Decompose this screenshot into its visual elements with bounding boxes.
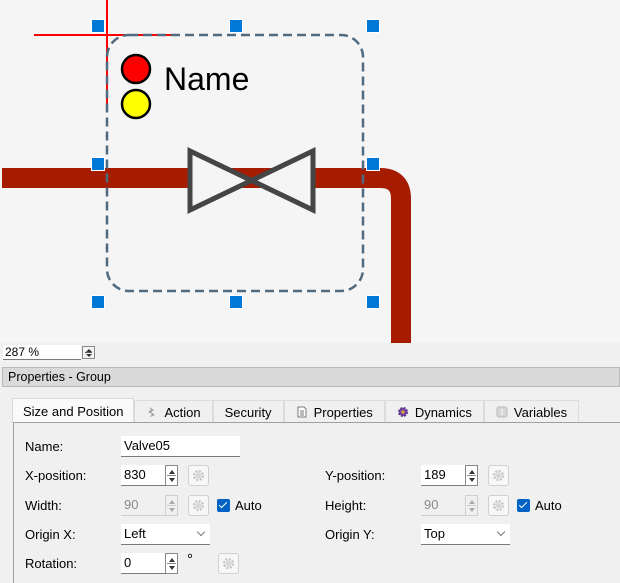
height-label: Height:	[325, 498, 367, 513]
tab-label: Security	[224, 404, 272, 420]
name-label: Name	[164, 61, 249, 97]
y-position-spinner[interactable]	[465, 465, 478, 486]
origin-y-value: Top	[424, 526, 445, 541]
tab-variables[interactable]: Variables	[483, 400, 580, 423]
indicator-red	[120, 53, 152, 85]
x-position-label: X-position:	[25, 468, 87, 483]
origin-y-label: Origin Y:	[325, 527, 375, 542]
resize-handle-right[interactable]	[366, 157, 380, 171]
height-input[interactable]: 90	[421, 495, 465, 516]
chevron-down-icon	[196, 527, 206, 537]
chevron-down-icon	[496, 527, 506, 537]
gear-icon	[192, 499, 205, 512]
origin-x-select[interactable]: Left	[121, 524, 210, 545]
resize-handle-bottom-right[interactable]	[366, 295, 380, 309]
rotation-label: Rotation:	[25, 556, 78, 571]
tab-label: Dynamics	[414, 404, 472, 420]
gear-icon	[492, 499, 505, 512]
zoom-input[interactable]: 287 %	[3, 345, 81, 360]
height-auto-checkbox[interactable]	[517, 499, 530, 512]
height-auto-label: Auto	[535, 498, 562, 513]
variables-icon	[496, 406, 508, 418]
resize-handle-top-left[interactable]	[91, 19, 105, 33]
resize-handle-top[interactable]	[229, 19, 243, 33]
width-auto-checkbox[interactable]	[217, 499, 230, 512]
x-position-dynamic-button[interactable]	[188, 465, 209, 486]
rotation-input[interactable]: 0	[121, 553, 165, 574]
x-position-input[interactable]: 830	[121, 465, 165, 486]
tab-action[interactable]: Action	[134, 400, 213, 423]
resize-handle-bottom[interactable]	[229, 295, 243, 309]
height-spinner[interactable]	[465, 495, 478, 516]
origin-x-label: Origin X:	[25, 527, 76, 542]
tab-label: Properties	[313, 404, 373, 420]
tab-dynamics[interactable]: Dynamics	[384, 400, 484, 423]
gear-icon	[192, 469, 205, 482]
y-position-label: Y-position:	[325, 468, 386, 483]
name-input[interactable]: Valve05	[121, 436, 240, 457]
width-label: Width:	[25, 498, 62, 513]
origin-y-select[interactable]: Top	[421, 524, 510, 545]
gear-icon	[492, 469, 505, 482]
dynamics-gear-icon	[397, 406, 409, 418]
drawing-canvas[interactable]: Name	[0, 0, 620, 343]
resize-handle-left[interactable]	[91, 157, 105, 171]
width-input[interactable]: 90	[121, 495, 165, 516]
resize-handle-bottom-left[interactable]	[91, 295, 105, 309]
name-label: Name:	[25, 439, 64, 454]
resize-handle-top-right[interactable]	[366, 19, 380, 33]
properties-tabs: Size and Position Action Security Proper…	[12, 398, 580, 423]
tab-size-and-position[interactable]: Size and Position	[12, 398, 135, 423]
x-position-spinner[interactable]	[165, 465, 178, 486]
indicator-yellow	[120, 88, 152, 120]
width-spinner[interactable]	[165, 495, 178, 516]
tab-label: Action	[164, 404, 201, 420]
canvas-graphics: Name	[2, 0, 411, 343]
tab-label: Variables	[513, 404, 568, 420]
height-dynamic-button[interactable]	[488, 495, 509, 516]
rotation-spinner[interactable]	[165, 553, 178, 574]
origin-x-value: Left	[124, 526, 146, 541]
valve-symbol	[187, 147, 316, 214]
document-icon	[296, 406, 308, 418]
properties-header: Properties - Group	[2, 367, 620, 387]
tab-label: Size and Position	[23, 403, 124, 419]
zoom-spinner[interactable]	[82, 346, 95, 359]
rotation-dynamic-button[interactable]	[218, 553, 239, 574]
action-icon	[146, 406, 158, 418]
width-auto-label: Auto	[235, 498, 262, 513]
y-position-input[interactable]: 189	[421, 465, 465, 486]
tab-security[interactable]: Security	[212, 400, 284, 423]
width-dynamic-button[interactable]	[188, 495, 209, 516]
y-position-dynamic-button[interactable]	[488, 465, 509, 486]
gear-icon	[222, 557, 235, 570]
tab-properties[interactable]: Properties	[283, 400, 385, 423]
rotation-unit: °	[187, 551, 193, 568]
